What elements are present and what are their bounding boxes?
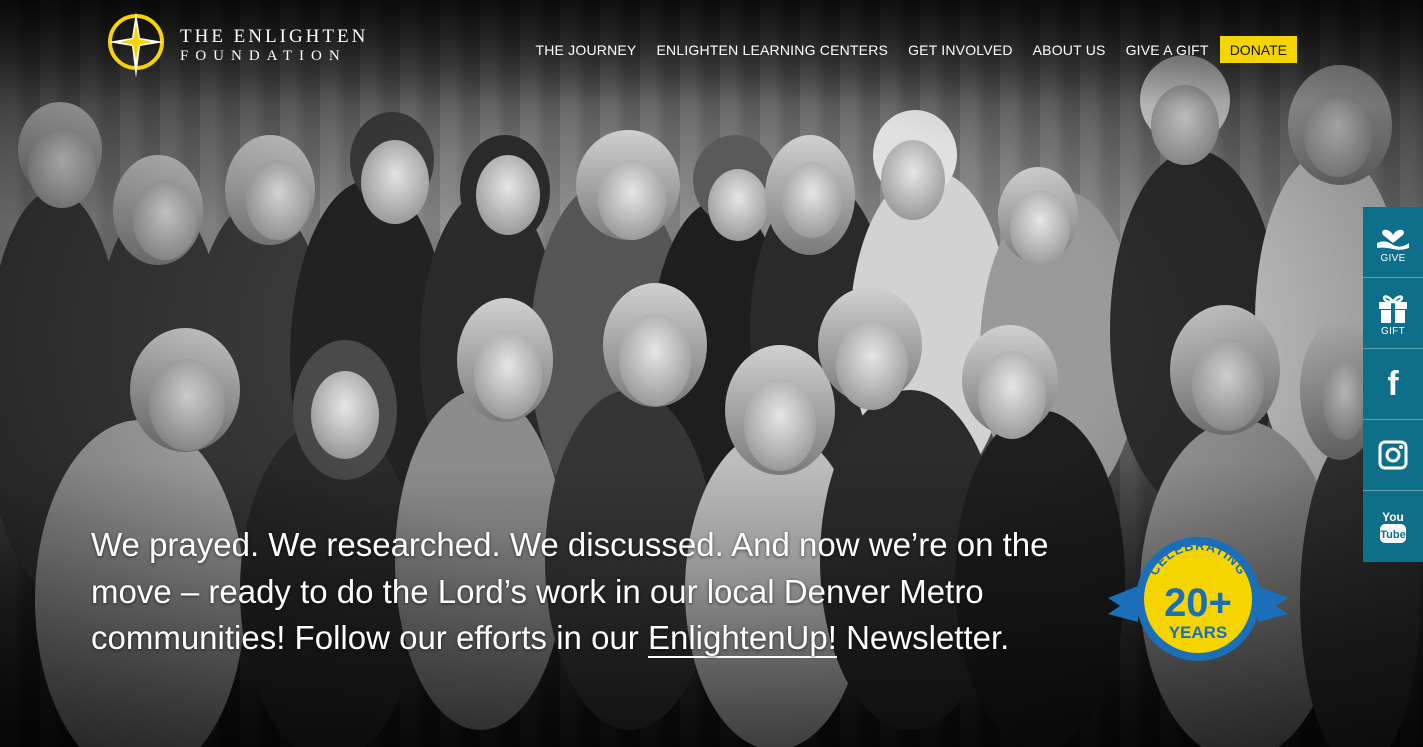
sidebar-item-gift[interactable]: GIFT — [1363, 278, 1423, 349]
nav-the-journey[interactable]: THE JOURNEY — [535, 42, 636, 58]
nav-give-a-gift[interactable]: GIVE A GIFT — [1126, 42, 1209, 58]
social-sidebar: GIVE GIFT f You Tube — [1363, 207, 1423, 562]
newsletter-link[interactable]: EnlightenUp! — [647, 619, 837, 658]
instagram-icon — [1378, 440, 1408, 470]
celebrating-20-years-badge: CELEBRATING 20+ YEARS — [1108, 537, 1288, 661]
star-compass-icon — [108, 12, 164, 78]
logo-title: THE ENLIGHTEN — [180, 25, 369, 47]
sidebar-item-instagram[interactable] — [1363, 420, 1423, 491]
sidebar-item-youtube[interactable]: You Tube — [1363, 491, 1423, 562]
site-logo[interactable]: THE ENLIGHTEN FOUNDATION — [106, 10, 368, 80]
svg-text:Tube: Tube — [1380, 529, 1405, 541]
nav-learning-centers[interactable]: ENLIGHTEN LEARNING CENTERS — [656, 42, 888, 58]
badge-number: 20+ — [1164, 581, 1232, 625]
facebook-icon: f — [1387, 365, 1399, 403]
sidebar-gift-label: GIFT — [1381, 325, 1405, 337]
sidebar-item-give[interactable]: GIVE — [1363, 207, 1423, 278]
logo-subtitle: FOUNDATION — [180, 47, 347, 64]
sidebar-give-label: GIVE — [1380, 252, 1406, 264]
nav-about-us[interactable]: ABOUT US — [1033, 42, 1106, 58]
tagline-text-end: Newsletter. — [836, 619, 1010, 656]
youtube-icon: You Tube — [1380, 510, 1406, 543]
heart-hand-icon — [1377, 229, 1409, 250]
badge-bottom-text: YEARS — [1169, 623, 1228, 642]
donate-button[interactable]: DONATE — [1219, 36, 1297, 63]
sidebar-item-facebook[interactable]: f — [1363, 349, 1423, 420]
gift-icon — [1379, 294, 1407, 323]
nav-get-involved[interactable]: GET INVOLVED — [908, 42, 1013, 58]
main-nav: THE JOURNEY ENLIGHTEN LEARNING CENTERS G… — [515, 36, 1297, 63]
svg-text:You: You — [1382, 510, 1404, 524]
hero-tagline: We prayed. We researched. We discussed. … — [91, 522, 1101, 662]
